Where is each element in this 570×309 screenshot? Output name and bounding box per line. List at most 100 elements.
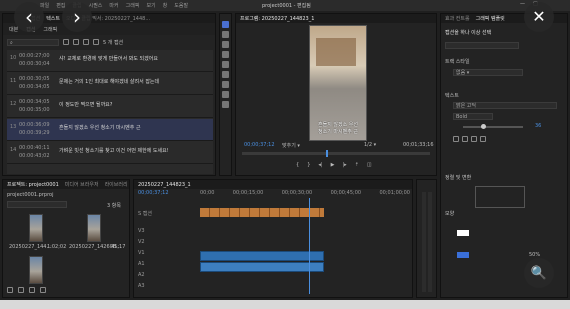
timeline-timecode[interactable]: 00;00;37;12 bbox=[138, 190, 169, 196]
align-right-icon[interactable] bbox=[471, 136, 477, 142]
project-search-input[interactable] bbox=[7, 201, 67, 208]
add-caption-icon[interactable] bbox=[73, 39, 79, 45]
subtitle-clips[interactable] bbox=[200, 208, 324, 217]
video-frame[interactable]: 흔들지 않겠소 우선 청소기 마시벤추 근 bbox=[309, 25, 367, 141]
icon-view-icon[interactable] bbox=[18, 287, 24, 293]
close-button[interactable]: ✕ bbox=[524, 2, 554, 32]
export-frame-icon[interactable]: ◫ bbox=[367, 162, 372, 168]
step-forward-icon[interactable]: |▸ bbox=[342, 162, 346, 168]
tools-panel bbox=[219, 13, 232, 176]
font-size-value[interactable]: 36 bbox=[535, 123, 541, 129]
program-scrubber[interactable] bbox=[242, 150, 430, 157]
font-select[interactable]: 맑은 고딕 bbox=[453, 102, 557, 109]
caption-row[interactable]: 11 00:00:30;05 00:00:34;05 문제는 거의 1인 최대로 … bbox=[7, 73, 213, 95]
video-content-table bbox=[316, 38, 356, 66]
mark-in-icon[interactable]: { bbox=[296, 162, 299, 168]
caption-row-selected[interactable]: 13 00:00:36;09 00:00:39;29 흔들지 않겠소 우선 청소기… bbox=[7, 119, 213, 141]
caption-text[interactable]: 가벼운 빗선 청소기를 찾고 이건 어떤 제한에 도세요! bbox=[59, 147, 169, 154]
position-grid[interactable] bbox=[475, 186, 525, 208]
graphics-header: 캡션을 하나 이상 선택 bbox=[445, 30, 492, 36]
caption-row[interactable]: 14 00:00:40;11 00:00:43;02 가벼운 빗선 청소기를 찾고… bbox=[7, 142, 213, 164]
caption-text[interactable]: 샤! 교체로 환경에 맞게 만들어서 봐도 되겠어요 bbox=[59, 55, 158, 62]
justify-icon[interactable] bbox=[480, 136, 486, 142]
program-timecode[interactable]: 00;00;37;12 bbox=[244, 142, 275, 148]
align-left-icon[interactable] bbox=[453, 136, 459, 142]
search-icon: ⌕ bbox=[10, 39, 13, 46]
media-name[interactable]: 20250227_144... bbox=[9, 244, 51, 250]
media-thumbnail[interactable] bbox=[87, 214, 101, 242]
minimize-icon[interactable]: — bbox=[520, 1, 525, 7]
tab-effect-controls[interactable]: 효과 컨트롤 bbox=[445, 15, 470, 22]
font-weight-select[interactable]: Bold bbox=[453, 113, 493, 120]
selection-tool-icon[interactable] bbox=[222, 21, 229, 28]
filter-icon[interactable] bbox=[63, 39, 69, 45]
project-footer bbox=[7, 287, 46, 293]
track-header-v3: V3 bbox=[138, 228, 145, 234]
new-bin-icon[interactable] bbox=[29, 287, 35, 293]
caption-row[interactable]: 12 00:00:34;05 00:00:35;00 이 정도만 찍으면 될까요? bbox=[7, 96, 213, 118]
tab-media-browser[interactable]: 미디어 브라우저 bbox=[65, 181, 99, 188]
tab-graphics-templates[interactable]: 그래픽 템플릿 bbox=[476, 15, 505, 22]
back-button[interactable]: ‹ bbox=[14, 2, 44, 32]
menu-marker[interactable]: 마커 bbox=[109, 2, 118, 9]
playhead-marker[interactable] bbox=[326, 150, 328, 157]
quality-dropdown[interactable]: 1/2 ▾ bbox=[364, 142, 376, 148]
audio-clip[interactable] bbox=[200, 262, 324, 272]
sub-tab-graphics[interactable]: 그래픽 bbox=[43, 26, 57, 33]
video-clip[interactable] bbox=[200, 251, 324, 261]
fill-color-swatch[interactable] bbox=[457, 230, 469, 236]
close-icon: ✕ bbox=[532, 7, 546, 26]
pen-tool-icon[interactable] bbox=[222, 71, 229, 78]
fit-dropdown[interactable]: 맞추기 ▾ bbox=[282, 142, 300, 149]
mark-out-icon[interactable]: } bbox=[307, 162, 310, 168]
menu-view[interactable]: 보기 bbox=[146, 2, 155, 9]
align-center-icon[interactable] bbox=[462, 136, 468, 142]
list-view-icon[interactable] bbox=[7, 287, 13, 293]
rectangle-tool-icon[interactable] bbox=[222, 81, 229, 88]
track-style-select[interactable]: 없음 ▾ bbox=[453, 69, 523, 76]
type-tool-icon[interactable] bbox=[222, 101, 229, 108]
step-back-icon[interactable]: ◂| bbox=[318, 162, 322, 168]
tab-sequence[interactable]: 20250227_144823_1 bbox=[138, 182, 191, 188]
transport-controls: { } ◂| ▶ |▸ ⇡ ◫ bbox=[296, 162, 372, 168]
time-ruler[interactable]: 00;00 00;00;15;00 00;00;30;00 00;00;45;0… bbox=[200, 190, 410, 198]
merge-caption-icon[interactable] bbox=[93, 39, 99, 45]
track-select-tool-icon[interactable] bbox=[222, 31, 229, 38]
caption-text[interactable]: 흔들지 않겠소 우선 청소기 마시벤추 근 bbox=[59, 124, 141, 131]
font-size-slider[interactable] bbox=[463, 124, 523, 129]
track-header-a3: A3 bbox=[138, 283, 145, 289]
media-thumbnail[interactable] bbox=[29, 256, 43, 284]
menu-window[interactable]: 창 bbox=[163, 2, 168, 9]
slider-thumb[interactable] bbox=[481, 124, 486, 129]
caption-text[interactable]: 이 정도만 찍으면 될까요? bbox=[59, 101, 112, 108]
graphics-name-field[interactable] bbox=[445, 42, 519, 49]
captions-search-row: ⌕ 5 개 캡션 bbox=[7, 37, 213, 47]
media-thumbnail[interactable] bbox=[29, 214, 43, 242]
tab-program[interactable]: 프로그램: 20250227_144823_1 bbox=[240, 15, 314, 22]
forward-button[interactable]: › bbox=[62, 2, 92, 32]
split-caption-icon[interactable] bbox=[83, 39, 89, 45]
meter-right bbox=[428, 192, 432, 292]
subtitle-overlay[interactable]: 흔들지 않겠소 우선 청소기 마시벤추 근 bbox=[310, 122, 366, 136]
menu-help[interactable]: 도움말 bbox=[174, 2, 188, 9]
search-input[interactable]: ⌕ bbox=[7, 38, 59, 46]
menu-sequence[interactable]: 시퀀스 bbox=[89, 2, 103, 9]
program-duration: 00;01;33;16 bbox=[403, 142, 434, 148]
tab-libraries[interactable]: 라이브러리 bbox=[105, 181, 128, 188]
razor-tool-icon[interactable] bbox=[222, 51, 229, 58]
caption-row[interactable]: 10 00:00:27;00 00:00:30;04 샤! 교체로 환경에 맞게 … bbox=[7, 50, 213, 72]
slip-tool-icon[interactable] bbox=[222, 61, 229, 68]
stroke-color-swatch[interactable] bbox=[457, 252, 469, 258]
lens-button[interactable]: 🔍 bbox=[524, 258, 554, 288]
lift-icon[interactable]: ⇡ bbox=[355, 162, 359, 168]
hand-tool-icon[interactable] bbox=[222, 91, 229, 98]
caption-text[interactable]: 문제는 거의 1인 최대로 해야겠네 살려서 잡는데 bbox=[59, 78, 159, 85]
ripple-edit-tool-icon[interactable] bbox=[222, 41, 229, 48]
play-icon[interactable]: ▶ bbox=[331, 162, 335, 168]
alignment-buttons bbox=[453, 136, 486, 142]
timeline-playhead[interactable] bbox=[309, 198, 310, 294]
new-item-icon[interactable] bbox=[40, 287, 46, 293]
tab-text[interactable]: 텍스트 bbox=[46, 15, 60, 22]
tab-project[interactable]: 프로젝트: project0001 bbox=[7, 181, 59, 188]
menu-graphics[interactable]: 그래픽 bbox=[126, 2, 140, 9]
